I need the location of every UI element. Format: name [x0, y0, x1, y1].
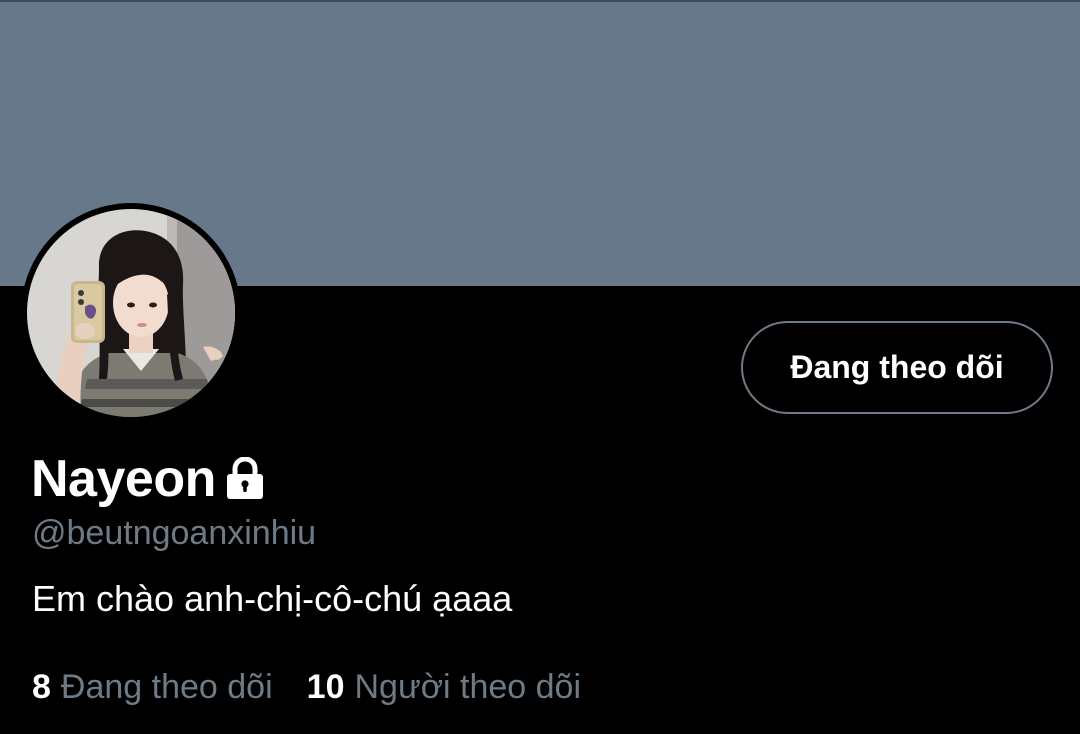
following-label: Đang theo dõi — [60, 668, 273, 706]
followers-stat[interactable]: 10 Người theo dõi — [307, 668, 581, 707]
followers-label: Người theo dõi — [354, 668, 581, 706]
avatar-illustration — [27, 209, 235, 417]
following-count: 8 — [32, 668, 51, 706]
profile-bio: Em chào anh-chị-cô-chú ạaaa — [32, 578, 513, 619]
name-row: Nayeon — [31, 448, 266, 510]
banner-top-edge — [0, 0, 1080, 2]
followers-count: 10 — [306, 668, 345, 706]
avatar-photo — [27, 209, 235, 417]
following-button[interactable]: Đang theo dõi — [741, 321, 1053, 414]
following-stat[interactable]: 8 Đang theo dõi — [32, 668, 273, 707]
display-name: Nayeon — [31, 450, 216, 508]
profile-stats: 8 Đang theo dõi 10 Người theo dõi — [32, 668, 581, 707]
lock-icon — [224, 456, 266, 501]
avatar[interactable] — [21, 203, 241, 423]
profile-handle: @beutngoanxinhiu — [32, 514, 317, 552]
